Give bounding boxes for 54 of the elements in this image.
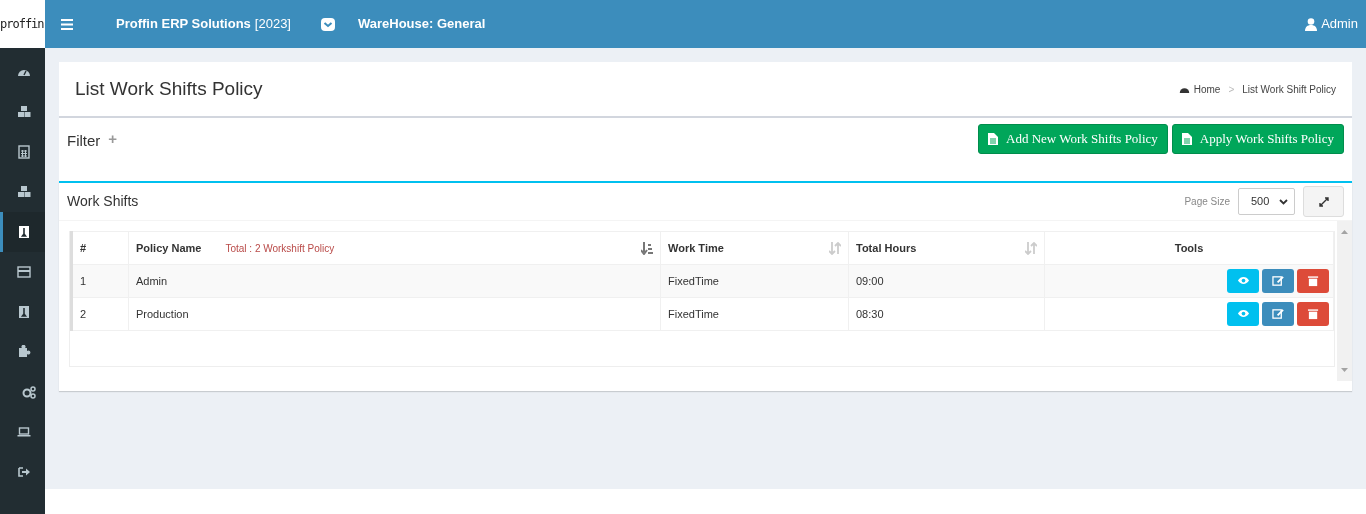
- fullscreen-button[interactable]: [1303, 186, 1344, 217]
- box-title: Work Shifts: [67, 192, 139, 211]
- column-header[interactable]: Policy Name: [136, 239, 202, 257]
- scrollbar[interactable]: [1337, 221, 1352, 381]
- table-cell: 08:30: [856, 307, 884, 320]
- page-size-label: Page Size: [1184, 195, 1230, 209]
- user-icon[interactable]: [1305, 17, 1318, 31]
- delete-button[interactable]: [1297, 302, 1329, 326]
- eye-icon: [1236, 308, 1250, 320]
- page-size-select[interactable]: 500: [1238, 188, 1295, 215]
- edit-icon: [1271, 308, 1285, 320]
- total-count: Total : 2 Workshift Policy: [225, 241, 335, 256]
- trash-icon: [1306, 308, 1320, 320]
- sort-icon[interactable]: [641, 241, 653, 255]
- sidebar-item[interactable]: [0, 212, 45, 252]
- table-cell: 09:00: [856, 274, 884, 287]
- puzzle-icon: [17, 345, 31, 359]
- edit-icon: [1271, 275, 1285, 287]
- sign-out-icon: [17, 465, 31, 479]
- logo: proffin: [0, 0, 45, 48]
- chevron-icon: [1279, 198, 1288, 205]
- user-name[interactable]: Admin: [1321, 14, 1358, 34]
- column-header[interactable]: Total Hours: [856, 239, 917, 257]
- table-cell: Admin: [136, 274, 168, 287]
- cubes-icon: [17, 185, 31, 199]
- column-header[interactable]: Work Time: [668, 239, 724, 257]
- eye-icon: [1236, 275, 1250, 287]
- app-title: Proffin ERP Solutions: [116, 15, 251, 34]
- edit-button[interactable]: [1262, 269, 1294, 293]
- page-title: List Work Shifts Policy: [75, 76, 263, 101]
- table-cell: FixedTime: [668, 307, 719, 320]
- column-header: Tools: [1174, 241, 1204, 254]
- trash-icon: [1306, 275, 1320, 287]
- warehouse-label[interactable]: WareHouse: General: [358, 14, 486, 34]
- table-cell: Production: [136, 307, 189, 320]
- column-header: #: [80, 240, 87, 256]
- gears-icon: [22, 385, 36, 399]
- table-cell: 2: [80, 307, 87, 320]
- laptop-icon: [17, 425, 31, 439]
- year-label: [2023]: [254, 15, 291, 34]
- breadcrumb-current: List Work Shift Policy: [1242, 82, 1336, 97]
- expand-icon: [1318, 196, 1329, 207]
- delete-button[interactable]: [1297, 269, 1329, 293]
- cubes-icon: [17, 105, 31, 119]
- credit-card-icon: [17, 265, 31, 279]
- table-cell: FixedTime: [668, 274, 719, 287]
- filter-label: Filter: [67, 131, 101, 151]
- edit-button[interactable]: [1262, 302, 1294, 326]
- breadcrumb-separator: >: [1228, 82, 1235, 97]
- table-cell: 1: [80, 274, 87, 287]
- breadcrumb-link[interactable]: Home: [1193, 81, 1221, 97]
- document-icon: [1181, 132, 1192, 145]
- calculator-icon: [17, 145, 31, 159]
- document-icon: [988, 132, 999, 145]
